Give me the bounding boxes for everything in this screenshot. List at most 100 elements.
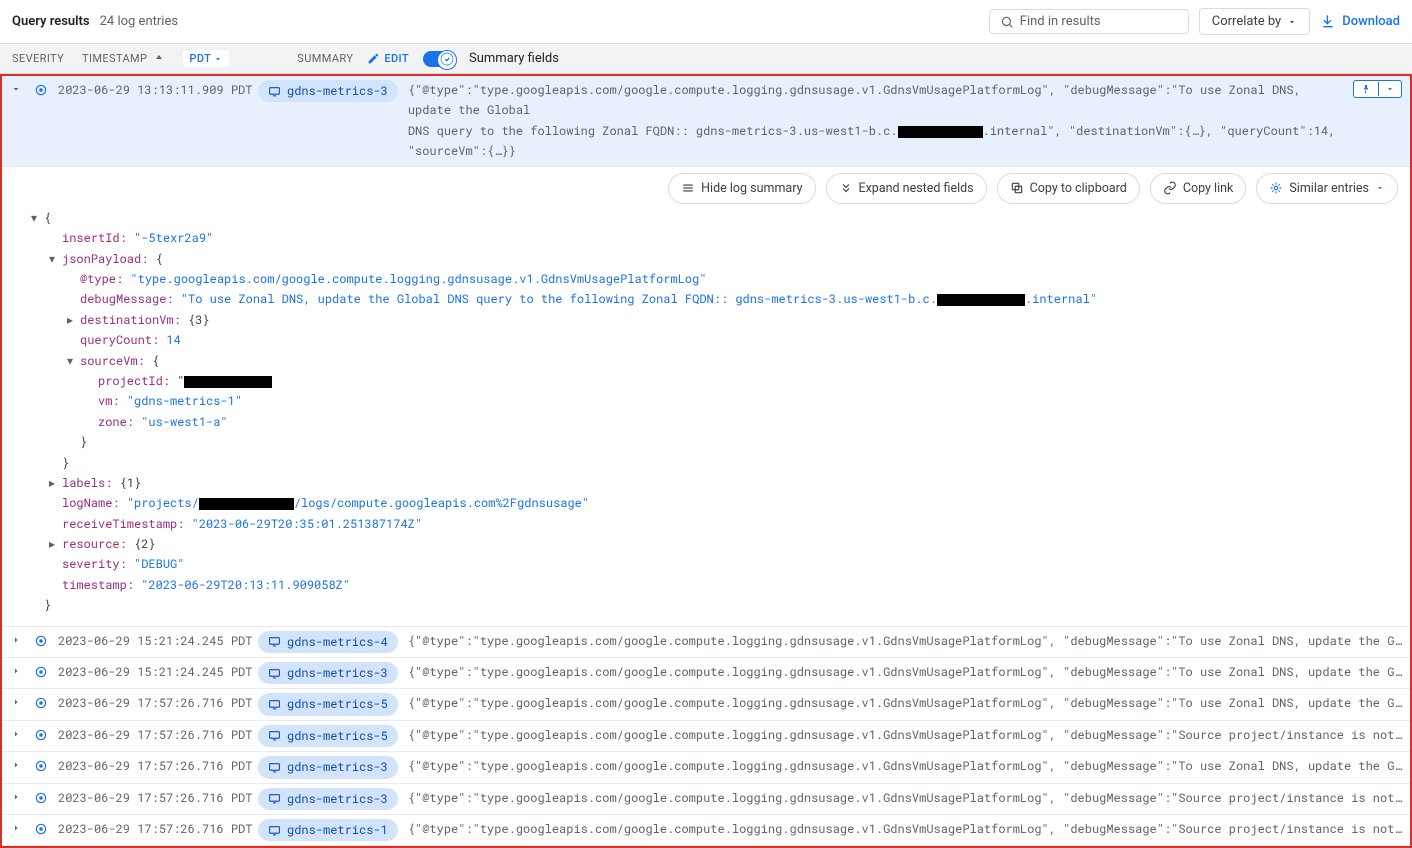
row-summary-text: {"@type":"type.googleapis.com/google.com… xyxy=(408,725,1402,745)
json-tree[interactable]: ▾{ insertId: "-5texr2a9" ▾jsonPayload: {… xyxy=(14,208,1398,616)
row-timestamp: 2023-06-29 17:57:26.716 PDT xyxy=(58,693,248,713)
caret-down-icon[interactable] xyxy=(1378,82,1401,96)
resource-chip[interactable]: gdns-metrics-3 xyxy=(258,662,398,684)
row-summary-text: {"@type":"type.googleapis.com/google.com… xyxy=(408,693,1402,713)
edit-summary-button[interactable]: EDIT xyxy=(367,52,409,65)
resource-label: gdns-metrics-3 xyxy=(287,757,388,777)
hide-summary-button[interactable]: Hide log summary xyxy=(668,173,815,204)
resource-chip[interactable]: gdns-metrics-3 xyxy=(258,756,398,778)
expand-icon[interactable] xyxy=(10,662,24,677)
vm-icon xyxy=(268,635,281,648)
list-icon xyxy=(681,181,695,195)
resource-label: gdns-metrics-1 xyxy=(287,820,388,840)
download-button[interactable]: Download xyxy=(1320,14,1400,30)
caret-down-icon xyxy=(1287,17,1297,27)
entry-actions: Hide log summary Expand nested fields Co… xyxy=(14,173,1398,204)
severity-debug-icon xyxy=(34,693,48,710)
row-timestamp: 2023-06-29 17:57:26.716 PDT xyxy=(58,788,248,808)
severity-debug-icon xyxy=(34,80,48,97)
column-header: SEVERITY TIMESTAMP PDT SUMMARY EDIT Summ… xyxy=(0,44,1412,74)
highlighted-region: 2023-06-29 13:13:11.909 PDT gdns-metrics… xyxy=(0,74,1412,848)
expand-icon[interactable] xyxy=(10,631,24,646)
expand-icon[interactable] xyxy=(10,725,24,740)
tree-toggle[interactable]: ▸ xyxy=(46,534,58,554)
log-row-expanded[interactable]: 2023-06-29 13:13:11.909 PDT gdns-metrics… xyxy=(2,76,1410,167)
vm-icon xyxy=(268,667,281,680)
resource-label: gdns-metrics-5 xyxy=(287,694,388,714)
row-timestamp: 2023-06-29 17:57:26.716 PDT xyxy=(58,819,248,839)
log-row[interactable]: 2023-06-29 17:57:26.716 PDT gdns-metrics-… xyxy=(2,689,1410,720)
tree-toggle[interactable]: ▸ xyxy=(64,310,76,330)
summary-fields-toggle[interactable]: Summary fields xyxy=(423,51,559,67)
vm-icon xyxy=(268,729,281,742)
expand-nested-button[interactable]: Expand nested fields xyxy=(826,173,987,204)
expand-icon[interactable] xyxy=(10,756,24,771)
log-row[interactable]: 2023-06-29 17:57:26.716 PDT gdns-metrics-… xyxy=(2,721,1410,752)
redacted-text xyxy=(199,498,294,510)
find-placeholder: Find in results xyxy=(1020,14,1101,29)
log-row[interactable]: 2023-06-29 15:21:24.245 PDTgdns-metrics-… xyxy=(2,658,1410,689)
tree-toggle[interactable]: ▾ xyxy=(64,351,76,371)
resource-label: gdns-metrics-3 xyxy=(287,789,388,809)
caret-down-icon xyxy=(1375,183,1385,193)
log-row[interactable]: 2023-06-29 17:57:26.716 PDT gdns-metrics-… xyxy=(2,752,1410,783)
copy-icon xyxy=(1010,181,1024,195)
download-label: Download xyxy=(1342,14,1400,29)
pin-entry-group[interactable] xyxy=(1353,80,1402,98)
resource-chip[interactable]: gdns-metrics-5 xyxy=(258,693,398,715)
find-in-results-input[interactable]: Find in results xyxy=(989,9,1189,34)
redacted-text xyxy=(184,376,272,388)
vm-icon xyxy=(268,698,281,711)
correlate-by-label: Correlate by xyxy=(1212,14,1281,29)
sort-asc-icon xyxy=(153,53,165,65)
col-timestamp[interactable]: TIMESTAMP xyxy=(82,52,165,65)
row-summary-text: {"@type":"type.googleapis.com/google.com… xyxy=(408,662,1402,682)
resource-chip[interactable]: gdns-metrics-3 xyxy=(258,788,398,810)
summary-fields-label: Summary fields xyxy=(469,51,559,66)
row-timestamp: 2023-06-29 13:13:11.909 PDT xyxy=(58,80,248,100)
results-title: Query results xyxy=(12,14,90,29)
log-entry-body: Hide log summary Expand nested fields Co… xyxy=(2,167,1410,627)
resource-chip[interactable]: gdns-metrics-3 xyxy=(258,80,398,102)
caret-down-icon xyxy=(213,54,223,64)
expand-icon[interactable] xyxy=(10,819,24,834)
collapse-icon[interactable] xyxy=(10,80,24,95)
row-timestamp: 2023-06-29 15:21:24.245 PDT xyxy=(58,631,248,651)
copy-link-button[interactable]: Copy link xyxy=(1150,173,1247,204)
resource-chip[interactable]: gdns-metrics-5 xyxy=(258,725,398,747)
resource-chip[interactable]: gdns-metrics-1 xyxy=(258,819,398,841)
row-timestamp: 2023-06-29 17:57:26.716 PDT xyxy=(58,725,248,745)
row-timestamp: 2023-06-29 17:57:26.716 PDT xyxy=(58,756,248,776)
pin-icon[interactable] xyxy=(1354,81,1378,97)
log-row[interactable]: 2023-06-29 15:21:24.245 PDT gdns-metrics-… xyxy=(2,627,1410,658)
col-summary-label: SUMMARY xyxy=(297,52,353,65)
tree-toggle[interactable]: ▸ xyxy=(46,473,58,493)
row-summary-text: {"@type":"type.googleapis.com/google.com… xyxy=(408,80,1343,162)
col-severity[interactable]: SEVERITY xyxy=(12,52,64,65)
download-icon xyxy=(1320,14,1336,30)
results-topbar: Query results 24 log entries Find in res… xyxy=(0,0,1412,44)
search-icon xyxy=(1000,15,1014,29)
log-row[interactable]: 2023-06-29 17:57:26.716 PDT gdns-metrics-… xyxy=(2,784,1410,815)
copy-clipboard-button[interactable]: Copy to clipboard xyxy=(997,173,1140,204)
redacted-text xyxy=(937,294,1025,306)
expand-icon[interactable] xyxy=(10,788,24,803)
resource-chip[interactable]: gdns-metrics-4 xyxy=(258,631,398,653)
severity-debug-icon xyxy=(34,819,48,836)
row-summary-text: {"@type":"type.googleapis.com/google.com… xyxy=(408,788,1402,808)
severity-debug-icon xyxy=(34,725,48,742)
similar-entries-button[interactable]: Similar entries xyxy=(1256,173,1398,204)
log-row[interactable]: 2023-06-29 17:57:26.716 PDT gdns-metrics-… xyxy=(2,815,1410,846)
expand-icon xyxy=(839,181,853,195)
resource-label: gdns-metrics-5 xyxy=(287,726,388,746)
resource-label: gdns-metrics-3 xyxy=(287,663,388,683)
tree-toggle[interactable]: ▾ xyxy=(46,249,58,269)
correlate-by-button[interactable]: Correlate by xyxy=(1199,8,1310,35)
timezone-select[interactable]: PDT xyxy=(183,50,229,67)
redacted-text xyxy=(898,126,983,138)
expand-icon[interactable] xyxy=(10,693,24,708)
vm-icon xyxy=(268,824,281,837)
resource-label: gdns-metrics-4 xyxy=(287,632,388,652)
tree-toggle[interactable]: ▾ xyxy=(28,208,40,228)
severity-debug-icon xyxy=(34,788,48,805)
